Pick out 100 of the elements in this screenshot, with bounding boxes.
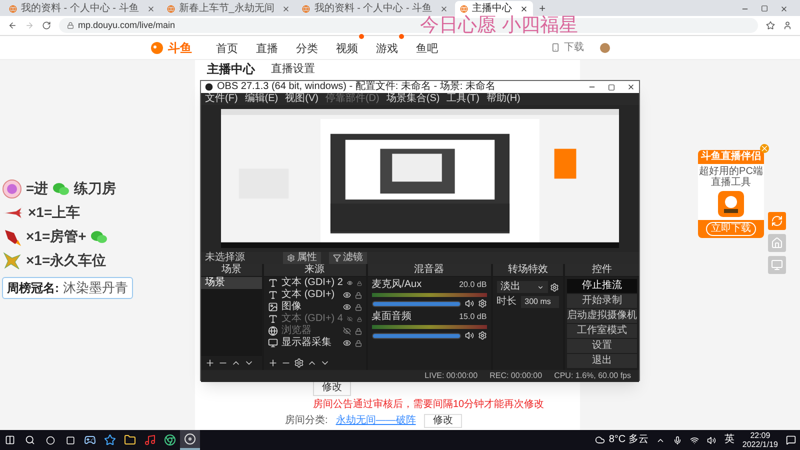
- source-item[interactable]: 文本 (GDI+) 2: [282, 277, 343, 290]
- close-icon[interactable]: [780, 4, 788, 12]
- eye-icon[interactable]: [346, 279, 353, 288]
- favicon-icon: [302, 4, 310, 12]
- sidebar-title: 主播中心: [207, 61, 255, 78]
- transition-select[interactable]: 淡出: [496, 281, 548, 294]
- control-button[interactable]: 启动虚拟摄像机: [567, 309, 637, 324]
- source-item[interactable]: 浏览器: [282, 325, 339, 338]
- nav-link[interactable]: 视频: [336, 42, 358, 54]
- lock-icon[interactable]: [354, 328, 362, 335]
- notification-icon[interactable]: [786, 435, 796, 445]
- spaceship-icon: [2, 250, 22, 270]
- site-logo: 斗鱼: [168, 40, 192, 56]
- field-label: 时长: [496, 296, 517, 308]
- scene-item[interactable]: 场景: [201, 277, 262, 290]
- mic-icon: [673, 436, 682, 444]
- source-item[interactable]: 文本 (GDI+) 4: [282, 313, 343, 326]
- maximize-icon[interactable]: [761, 5, 768, 12]
- ad-subtitle: 超好用的PC端直播工具: [698, 166, 764, 188]
- cloud-icon: [594, 435, 605, 445]
- dock-title: 来源: [304, 264, 325, 276]
- source-item[interactable]: 显示器采集: [282, 337, 339, 350]
- download-link[interactable]: 下载: [564, 40, 584, 55]
- settings-icon[interactable]: [550, 282, 559, 292]
- channel-name: 麦克风/Aux: [372, 279, 422, 292]
- channel-reading: 20.0 dB: [459, 279, 487, 292]
- category-link[interactable]: 永劫无间——破阵: [336, 415, 416, 427]
- nav-link[interactable]: 直播: [256, 42, 278, 54]
- duration-field[interactable]: 300 ms: [520, 296, 559, 308]
- browser-tab[interactable]: 主播中心: [455, 1, 534, 16]
- window-title: OBS 27.1.3 (64 bit, windows) - 配置文件: 未命名 - 场景: 未命名: [217, 81, 496, 92]
- channel-name: 桌面音频: [372, 311, 412, 324]
- settings-icon[interactable]: [478, 299, 487, 308]
- menu-item[interactable]: 工具(T): [446, 93, 480, 105]
- menu-item[interactable]: 编辑(E): [244, 93, 278, 105]
- clock-time: 22:09: [750, 431, 770, 440]
- eye-off-icon[interactable]: [346, 315, 353, 324]
- side-button[interactable]: [768, 212, 786, 230]
- maximize-icon[interactable]: [608, 84, 615, 90]
- close-tab-icon[interactable]: [520, 4, 528, 12]
- control-button[interactable]: 工作室模式: [567, 324, 637, 338]
- filter-icon: [333, 254, 341, 262]
- close-icon[interactable]: [627, 83, 635, 91]
- eye-icon[interactable]: [342, 303, 351, 312]
- channel-reading: 15.0 dB: [459, 311, 487, 324]
- search-icon[interactable]: [25, 435, 35, 445]
- nav-link[interactable]: 鱼吧: [416, 42, 438, 54]
- lock-icon[interactable]: [354, 340, 362, 347]
- control-button[interactable]: 停止推流: [567, 279, 637, 294]
- settings-icon[interactable]: [478, 331, 487, 340]
- gift-rule-text: ×1=房管+: [26, 227, 86, 246]
- weather-text: 8°C 多云: [608, 434, 648, 446]
- screen-icon: [771, 259, 783, 271]
- lock-icon[interactable]: [354, 304, 362, 311]
- source-item[interactable]: 图像: [282, 301, 339, 314]
- eye-icon[interactable]: [342, 339, 351, 348]
- source-item[interactable]: 文本 (GDI+): [282, 289, 339, 302]
- ad-title: 斗鱼直播伴侣: [698, 150, 764, 164]
- star-icon: [104, 434, 116, 446]
- control-button[interactable]: 设置: [567, 339, 637, 354]
- profile-icon[interactable]: [783, 21, 792, 30]
- favicon-icon: [9, 4, 17, 12]
- lock-icon[interactable]: [354, 292, 362, 299]
- properties-button[interactable]: 属性: [283, 252, 321, 264]
- eye-icon[interactable]: [342, 291, 351, 300]
- filters-button[interactable]: 滤镜: [329, 252, 367, 264]
- menu-item[interactable]: 视图(V): [285, 93, 318, 105]
- url-text: mp.douyu.com/live/main: [78, 18, 176, 32]
- lock-icon[interactable]: [356, 280, 362, 287]
- menu-item[interactable]: 帮助(H): [486, 93, 520, 105]
- bookmark-icon[interactable]: [766, 21, 775, 30]
- control-button[interactable]: 退出: [567, 354, 637, 368]
- reload-icon[interactable]: [42, 21, 51, 30]
- task-view-icon[interactable]: [66, 436, 74, 444]
- circle-icon[interactable]: [46, 436, 54, 444]
- speaker-icon[interactable]: [464, 331, 474, 340]
- nav-link[interactable]: 分类: [296, 42, 318, 54]
- crown-name: 沐染墨丹青: [63, 279, 128, 297]
- add-icon[interactable]: [268, 358, 278, 368]
- dock-title: 场景: [221, 264, 242, 276]
- nav-link[interactable]: 游戏: [376, 42, 398, 54]
- start-icon[interactable]: [5, 435, 15, 445]
- settings-icon[interactable]: [294, 358, 304, 368]
- dock-title: 转场特效: [508, 264, 548, 276]
- back-icon[interactable]: [8, 21, 17, 30]
- speaker-icon[interactable]: [464, 299, 474, 308]
- menu-item[interactable]: 场景集合(S): [386, 93, 440, 105]
- nav-link[interactable]: 首页: [216, 42, 238, 54]
- favicon-icon: [166, 4, 175, 12]
- speaker-icon[interactable]: [707, 436, 716, 444]
- edit-button[interactable]: 修改: [424, 414, 462, 428]
- taskbar-app[interactable]: [180, 430, 200, 450]
- folder-icon: [124, 434, 136, 446]
- add-icon[interactable]: [205, 358, 215, 368]
- new-tab-button[interactable]: +: [535, 2, 550, 16]
- eye-off-icon[interactable]: [342, 327, 351, 336]
- menu-item[interactable]: 文件(F): [205, 93, 238, 105]
- gift-rule-text: =进: [26, 179, 48, 198]
- control-button[interactable]: 开始录制: [567, 294, 637, 308]
- lock-icon[interactable]: [356, 316, 362, 323]
